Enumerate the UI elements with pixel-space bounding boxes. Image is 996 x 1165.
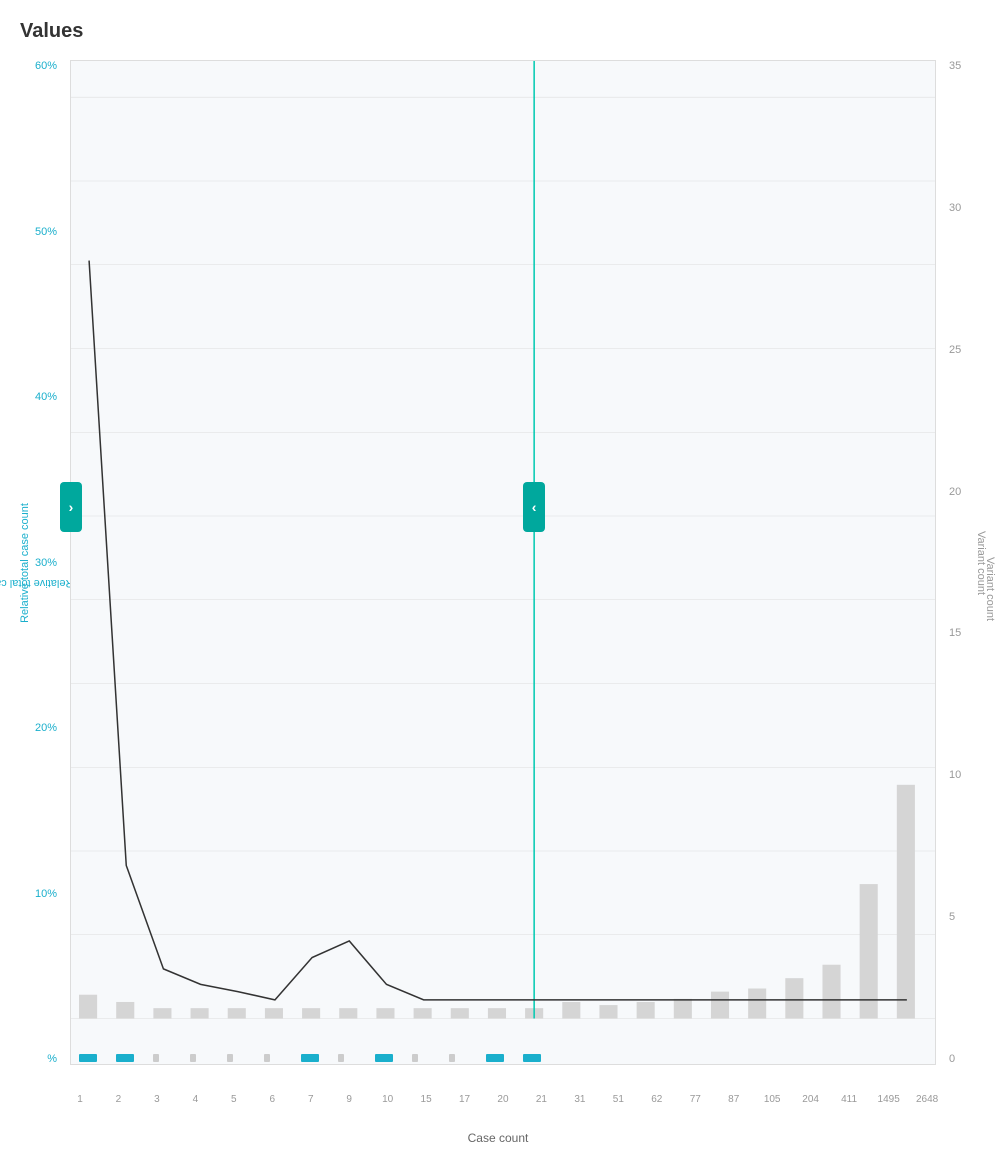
x-label-51: 51 [608,1094,628,1105]
x-label-1: 1 [70,1094,90,1105]
slider-left-icon: › [69,499,74,515]
y-right-axis-text: Variant count [975,530,987,594]
y-label-30: 30% [35,557,57,569]
chart-title: Values [20,20,83,43]
y-label-40: 40% [35,391,57,403]
y-label-50: 50% [35,226,57,238]
x-label-2: 2 [108,1094,128,1105]
y-right-5: 5 [949,911,955,923]
slider-right[interactable]: ‹ [523,482,545,532]
x-label-77: 77 [685,1094,705,1105]
x-label-411: 411 [839,1094,859,1105]
y-right-25: 25 [949,344,961,356]
y-label-10: 10% [35,888,57,900]
x-axis: 1 2 3 4 5 6 7 9 10 15 17 20 21 31 51 62 … [70,1089,936,1105]
y-left-axis-label: Relative total case count [15,60,35,1065]
slider-right-icon: ‹ [532,499,537,515]
x-label-15: 15 [416,1094,436,1105]
slider-left[interactable]: › [60,482,82,532]
y-label-60: 60% [35,60,57,72]
y-right-0: 0 [949,1053,955,1065]
x-label-31: 31 [570,1094,590,1105]
chart-svg [71,61,935,1064]
x-label-10: 10 [378,1094,398,1105]
x-label-1495: 1495 [878,1094,898,1105]
y-right-30: 30 [949,202,961,214]
chart-area: › ‹ [70,60,936,1065]
x-label-9: 9 [339,1094,359,1105]
x-label-87: 87 [724,1094,744,1105]
y-right-35: 35 [949,60,961,72]
x-label-17: 17 [455,1094,475,1105]
x-label-204: 204 [801,1094,821,1105]
x-label-3: 3 [147,1094,167,1105]
y-right-10: 10 [949,769,961,781]
y-left-axis-text: Relative total case count [19,503,31,623]
x-label-5: 5 [224,1094,244,1105]
x-label-105: 105 [762,1094,782,1105]
x-label-2648: 2648 [916,1094,936,1105]
x-label-21: 21 [531,1094,551,1105]
x-label-4: 4 [185,1094,205,1105]
y-label-percent: % [47,1053,57,1065]
chart-container: Values Relative total case count Variant… [0,0,996,1165]
y-right-axis-label: Variant count [971,60,991,1065]
y-right-20: 20 [949,486,961,498]
x-label-6: 6 [262,1094,282,1105]
x-axis-title: Case count [0,1131,996,1145]
y-label-20: 20% [35,722,57,734]
x-label-7: 7 [301,1094,321,1105]
x-label-62: 62 [647,1094,667,1105]
x-label-20: 20 [493,1094,513,1105]
y-right-15: 15 [949,627,961,639]
